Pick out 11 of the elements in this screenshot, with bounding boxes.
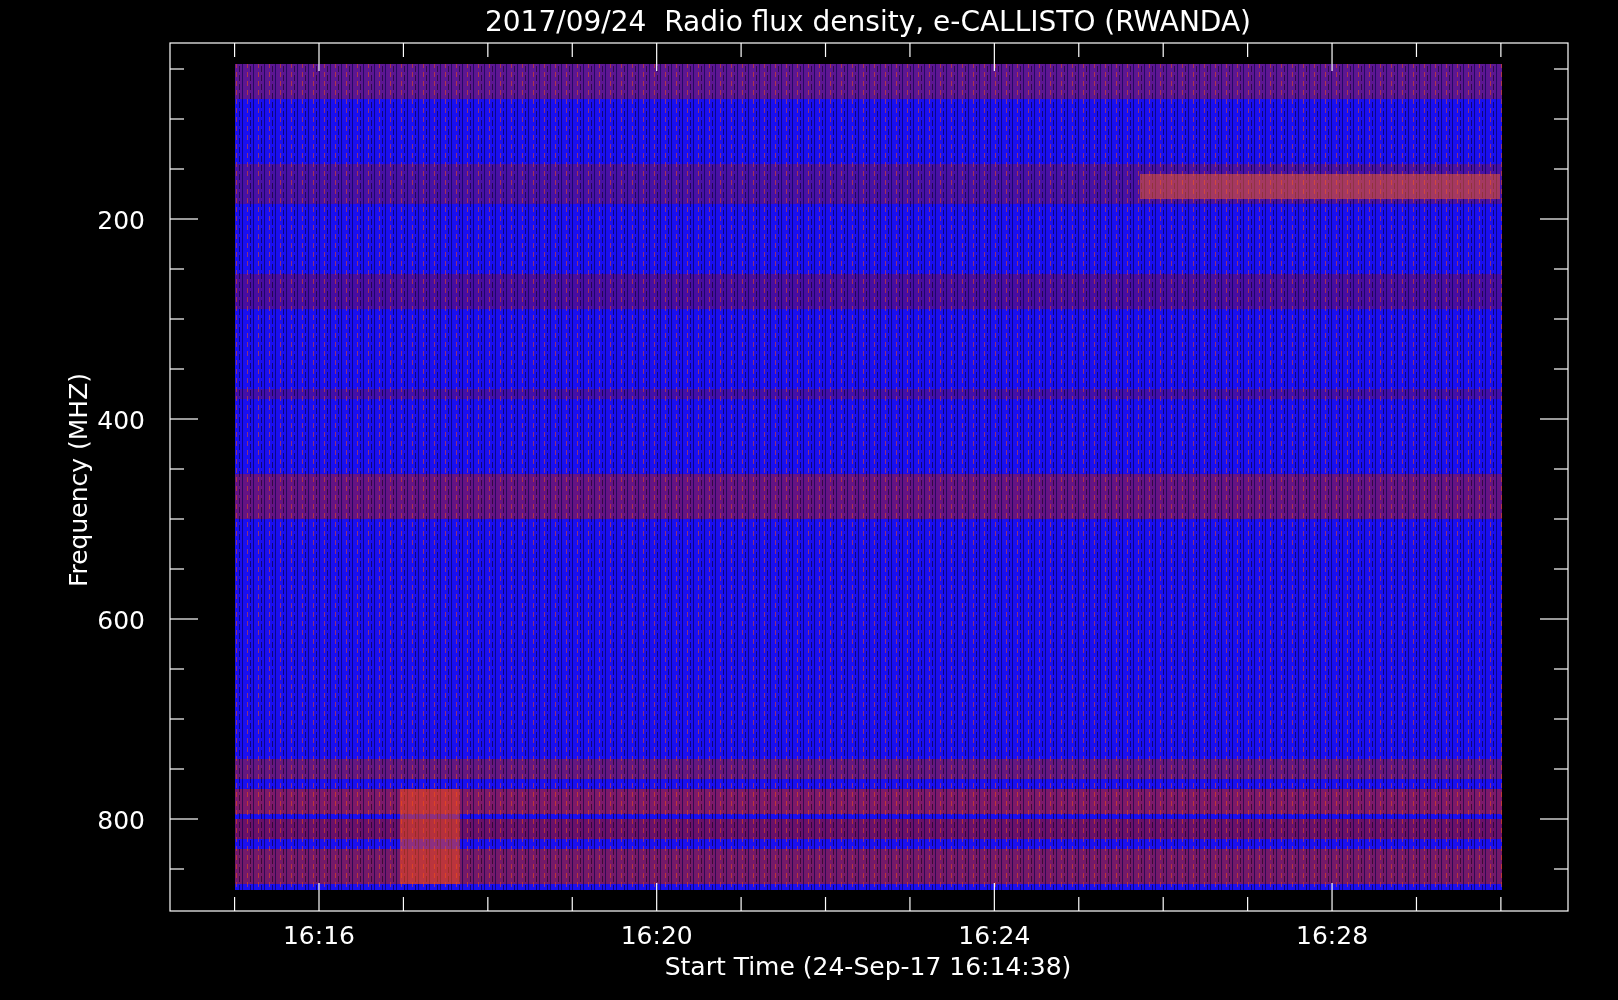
y-tick-label: 400: [97, 406, 145, 435]
x-tick-label: 16:16: [283, 921, 355, 950]
x-tick-label: 16:24: [958, 921, 1031, 950]
y-axis-label: Frequency (MHZ): [64, 372, 93, 588]
chart-title: 2017/09/24 Radio flux density, e-CALLISTO (RWANDA): [485, 5, 1251, 38]
y-tick-label: 600: [97, 606, 145, 635]
y-tick-label: 200: [97, 206, 145, 235]
x-tick-label: 16:20: [620, 921, 693, 950]
x-tick-label: 16:28: [1296, 921, 1369, 950]
y-tick-label: 800: [97, 806, 145, 835]
x-axis-label: Start Time (24-Sep-17 16:14:38): [664, 952, 1072, 981]
